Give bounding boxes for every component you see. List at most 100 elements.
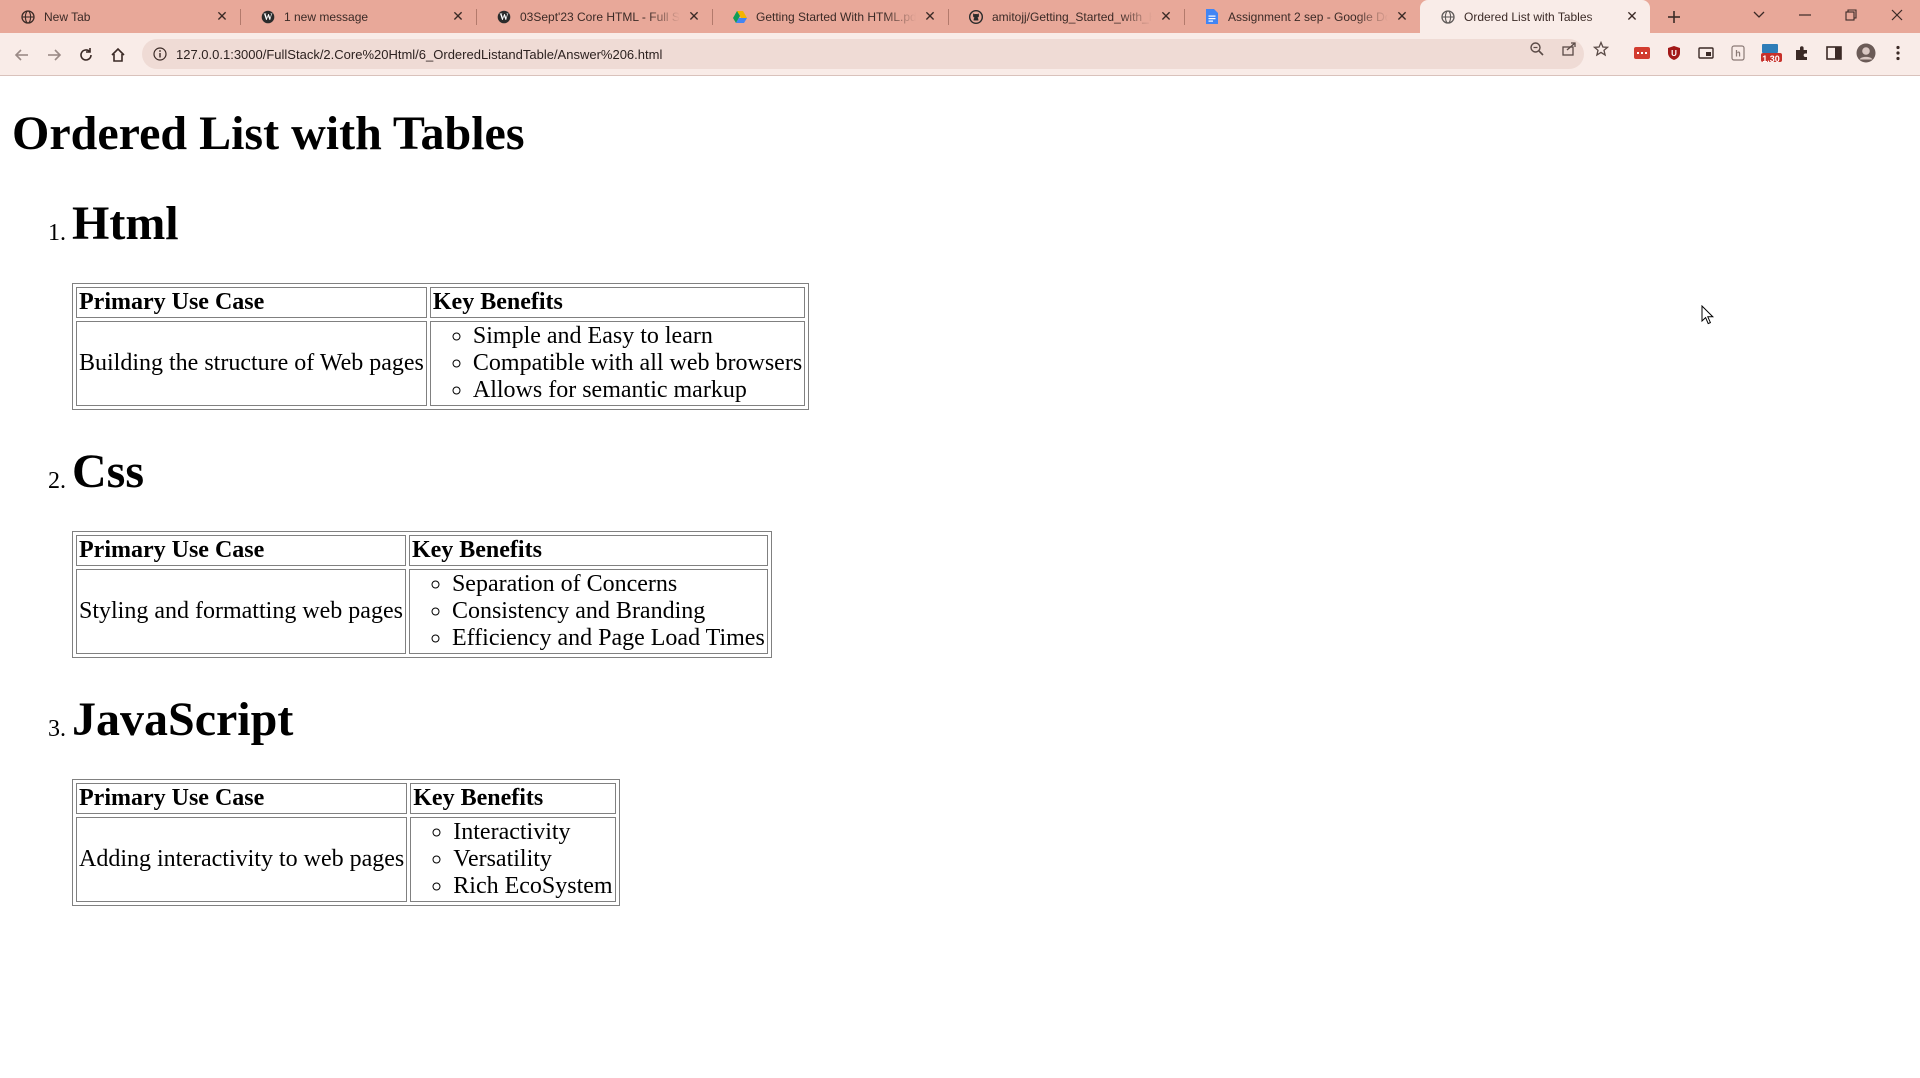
close-icon[interactable]: ✕	[1624, 8, 1640, 25]
zoom-button[interactable]	[1528, 40, 1546, 58]
tab-title: 03Sept'23 Core HTML - Full Stack	[520, 9, 680, 24]
bookmark-button[interactable]	[1592, 40, 1610, 58]
wordpress-icon: W	[260, 9, 276, 25]
address-bar[interactable]: 127.0.0.1:3000/FullStack/2.Core%20Html/6…	[142, 39, 1584, 69]
table-header-row: Primary Use Case Key Benefits	[76, 535, 768, 566]
close-icon[interactable]: ✕	[1394, 8, 1410, 25]
list-item: Simple and Easy to learn	[473, 323, 802, 350]
tab-search-button[interactable]	[1736, 0, 1782, 30]
close-icon[interactable]: ✕	[214, 8, 230, 25]
tab-title: New Tab	[44, 9, 91, 24]
close-icon[interactable]: ✕	[686, 8, 702, 25]
table-row: Building the structure of Web pages Simp…	[76, 321, 806, 406]
home-button[interactable]	[104, 41, 132, 69]
url-text[interactable]: 127.0.0.1:3000/FullStack/2.Core%20Html/6…	[176, 47, 662, 62]
browser-toolbar: 127.0.0.1:3000/FullStack/2.Core%20Html/6…	[0, 33, 1920, 76]
list-item: Allows for semantic markup	[473, 377, 802, 404]
header-key-benefits: Key Benefits	[429, 287, 806, 318]
benefits-cell: Interactivity Versatility Rich EcoSystem	[410, 817, 616, 902]
section-heading: JavaScript	[72, 693, 294, 746]
list-item: Interactivity	[453, 819, 612, 846]
menu-kebab-icon[interactable]	[1888, 43, 1908, 63]
close-window-button[interactable]	[1874, 0, 1920, 30]
minimize-button[interactable]	[1782, 0, 1828, 30]
list-marker: 2.	[48, 468, 66, 494]
info-icon[interactable]	[152, 46, 168, 62]
list-item: Separation of Concerns	[452, 571, 765, 598]
extension-h-icon[interactable]: h	[1728, 43, 1748, 63]
svg-text:W: W	[500, 12, 509, 22]
list-item: Versatility	[453, 846, 612, 873]
table-row: Adding interactivity to web pages Intera…	[76, 817, 616, 902]
section-heading: Html	[72, 197, 179, 250]
side-panel-icon[interactable]	[1824, 43, 1844, 63]
picture-in-picture-icon[interactable]	[1696, 43, 1716, 63]
tab-title: Getting Started With HTML.pdf	[756, 9, 916, 24]
tab-github-repo[interactable]: amitojj/Getting_Started_with_HTML ✕	[948, 0, 1184, 33]
chevron-down-icon	[1753, 11, 1765, 18]
forward-button[interactable]	[40, 41, 68, 69]
close-icon[interactable]: ✕	[450, 8, 466, 25]
benefits-list: Separation of Concerns Consistency and B…	[412, 571, 765, 652]
star-icon	[1593, 41, 1609, 57]
reload-icon	[80, 48, 92, 61]
svg-text:W: W	[264, 12, 273, 22]
header-primary-use-case: Primary Use Case	[76, 535, 406, 566]
puzzle-icon[interactable]	[1792, 43, 1812, 63]
share-button[interactable]	[1560, 40, 1578, 58]
list-item: Compatible with all web browsers	[473, 350, 802, 377]
extension-badge-count: 1.30	[1762, 54, 1780, 64]
tab-title: Ordered List with Tables	[1464, 9, 1593, 24]
info-table: Primary Use Case Key Benefits Building t…	[72, 283, 810, 410]
minimize-icon	[1799, 14, 1811, 16]
header-key-benefits: Key Benefits	[408, 535, 768, 566]
tab-core-html[interactable]: W 03Sept'23 Core HTML - Full Stack ✕	[476, 0, 712, 33]
restore-icon	[1845, 9, 1857, 21]
header-primary-use-case: Primary Use Case	[76, 287, 427, 318]
restore-button[interactable]	[1828, 0, 1874, 30]
benefits-list: Interactivity Versatility Rich EcoSystem	[413, 819, 612, 900]
list-item: Consistency and Branding	[452, 598, 765, 625]
back-button[interactable]	[8, 41, 36, 69]
close-icon	[1891, 9, 1903, 21]
tab-getting-started-pdf[interactable]: Getting Started With HTML.pdf ✕	[712, 0, 948, 33]
svg-text:U: U	[1671, 49, 1677, 58]
tab-title: 1 new message	[284, 9, 369, 24]
header-key-benefits: Key Benefits	[410, 783, 616, 814]
table-row: Styling and formatting web pages Separat…	[76, 569, 768, 654]
share-icon	[1562, 42, 1576, 56]
globe-icon	[1440, 9, 1456, 25]
svg-text:h: h	[1735, 49, 1741, 59]
shield-icon[interactable]: U	[1664, 43, 1684, 63]
avatar[interactable]	[1856, 43, 1876, 63]
new-tab-button[interactable]	[1661, 4, 1687, 30]
wordpress-icon: W	[496, 9, 512, 25]
close-icon[interactable]: ✕	[1158, 8, 1174, 25]
tab-new-tab[interactable]: New Tab ✕	[0, 0, 240, 33]
header-primary-use-case: Primary Use Case	[76, 783, 408, 814]
table-header-row: Primary Use Case Key Benefits	[76, 287, 806, 318]
zoom-icon	[1530, 42, 1544, 56]
plus-icon	[1668, 11, 1680, 23]
info-table: Primary Use Case Key Benefits Styling an…	[72, 531, 772, 658]
google-docs-icon	[1204, 9, 1220, 25]
page-content: Ordered List with Tables 1. Html Primary…	[0, 76, 1920, 1078]
tab-wordpress-message[interactable]: W 1 new message ✕	[240, 0, 476, 33]
use-case-cell: Styling and formatting web pages	[76, 569, 406, 654]
list-marker: 1.	[48, 220, 66, 246]
home-icon	[111, 47, 125, 62]
section-heading: Css	[72, 445, 145, 498]
table-header-row: Primary Use Case Key Benefits	[76, 783, 616, 814]
arrow-left-icon	[14, 49, 28, 61]
reload-button[interactable]	[72, 41, 100, 69]
close-icon[interactable]: ✕	[922, 8, 938, 25]
tab-google-docs[interactable]: Assignment 2 sep - Google Docs ✕	[1184, 0, 1420, 33]
info-table: Primary Use Case Key Benefits Adding int…	[72, 779, 620, 906]
benefits-cell: Simple and Easy to learn Compatible with…	[429, 321, 806, 406]
tab-ordered-list-active[interactable]: Ordered List with Tables ✕	[1420, 0, 1650, 33]
arrow-right-icon	[48, 49, 62, 61]
tab-strip: New Tab ✕ W 1 new message ✕ W 03Sept'23 …	[0, 0, 1920, 33]
use-case-cell: Adding interactivity to web pages	[76, 817, 408, 902]
extension-red-icon[interactable]	[1632, 43, 1652, 63]
google-drive-icon	[732, 9, 748, 25]
